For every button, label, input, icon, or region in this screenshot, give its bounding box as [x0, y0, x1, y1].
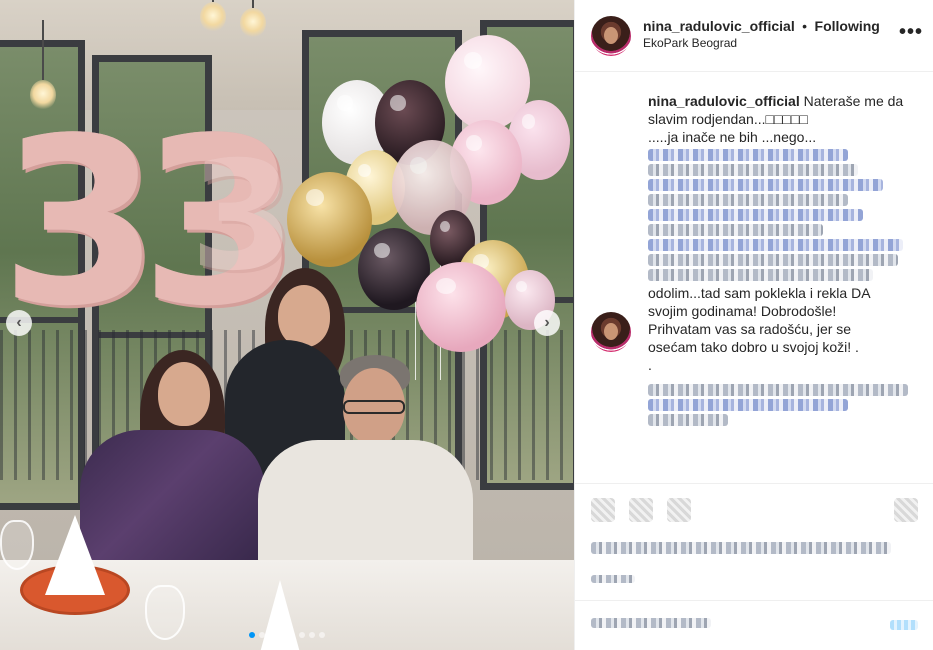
post-photo[interactable]: 33 3 ‹ › — [0, 0, 574, 650]
light-bulb — [200, 0, 226, 32]
comment-box[interactable] — [575, 600, 933, 650]
carousel-dot — [259, 632, 265, 638]
caption-username[interactable]: nina_radulovic_official — [648, 93, 800, 109]
header-text: nina_radulovic_official • Following EkoP… — [643, 18, 880, 52]
redacted-text — [648, 239, 903, 251]
caption-line: .....ja inače ne bih ...nego... — [648, 129, 817, 145]
comment-icon[interactable] — [629, 498, 653, 522]
carousel-dot — [299, 632, 305, 638]
post-comment-button[interactable] — [890, 620, 918, 630]
carousel-dot — [269, 632, 275, 638]
redacted-text — [648, 384, 908, 396]
bookmark-icon[interactable] — [894, 498, 918, 522]
share-icon[interactable] — [667, 498, 691, 522]
separator-dot: • — [802, 18, 808, 34]
wine-glass — [0, 520, 34, 570]
following-button[interactable]: Following — [815, 18, 880, 34]
action-bar — [575, 483, 933, 538]
caption-line: svojim godinama! Dobrodošle! — [648, 303, 837, 319]
more-dots-icon[interactable]: ••• — [899, 21, 923, 44]
light-bulb — [240, 0, 266, 38]
redacted-text — [648, 164, 858, 176]
redacted-text — [648, 179, 883, 191]
number-balloon-reflection: 3 — [190, 130, 295, 304]
napkin — [45, 515, 105, 595]
caption-text: nina_radulovic_official Nateraše me da s… — [648, 92, 927, 429]
redacted-text — [648, 269, 873, 281]
balloon-gold — [287, 172, 372, 267]
redacted-text — [648, 224, 823, 236]
post-timestamp[interactable] — [591, 572, 651, 586]
instagram-post: 33 3 ‹ › nina_radulovic_official • Follo… — [0, 0, 933, 650]
balloon-pink — [416, 262, 506, 352]
napkin — [258, 580, 302, 650]
carousel-next-button[interactable]: › — [534, 310, 560, 336]
caption-line: Prihvatam vas sa radošću, jer se — [648, 321, 852, 337]
redacted-text — [648, 399, 848, 411]
username-link[interactable]: nina_radulovic_official — [643, 18, 795, 34]
location-link[interactable]: EkoPark Beograd — [643, 35, 880, 52]
caption-area: nina_radulovic_official Nateraše me da s… — [591, 92, 927, 482]
chevron-right-icon: › — [544, 314, 550, 331]
post-sidebar: nina_radulovic_official • Following EkoP… — [574, 0, 933, 650]
chevron-left-icon: ‹ — [16, 314, 22, 331]
redacted-text — [648, 194, 848, 206]
avatar[interactable] — [591, 16, 631, 56]
likes-summary[interactable] — [591, 538, 911, 560]
carousel-dot — [309, 632, 315, 638]
redacted-text — [591, 575, 635, 583]
avatar[interactable] — [591, 312, 631, 352]
caption-avatar-wrap — [591, 312, 631, 352]
redacted-text — [648, 254, 898, 266]
redacted-text — [648, 149, 848, 161]
caption-line: . — [648, 357, 652, 373]
post-header: nina_radulovic_official • Following EkoP… — [575, 0, 933, 72]
caption-line: odolim...tad sam poklekla i rekla DA — [648, 285, 871, 301]
carousel-dot — [279, 632, 285, 638]
caption-line: osećam tako dobro u svojoj koži! . — [648, 339, 859, 355]
redacted-text — [648, 209, 863, 221]
comment-input[interactable] — [591, 618, 711, 628]
redacted-text — [648, 414, 728, 426]
carousel-dot — [289, 632, 295, 638]
carousel-dot — [319, 632, 325, 638]
carousel-indicator — [0, 632, 574, 638]
carousel-prev-button[interactable]: ‹ — [6, 310, 32, 336]
redacted-text — [591, 542, 891, 554]
carousel-dot — [249, 632, 255, 638]
heart-icon[interactable] — [591, 498, 615, 522]
